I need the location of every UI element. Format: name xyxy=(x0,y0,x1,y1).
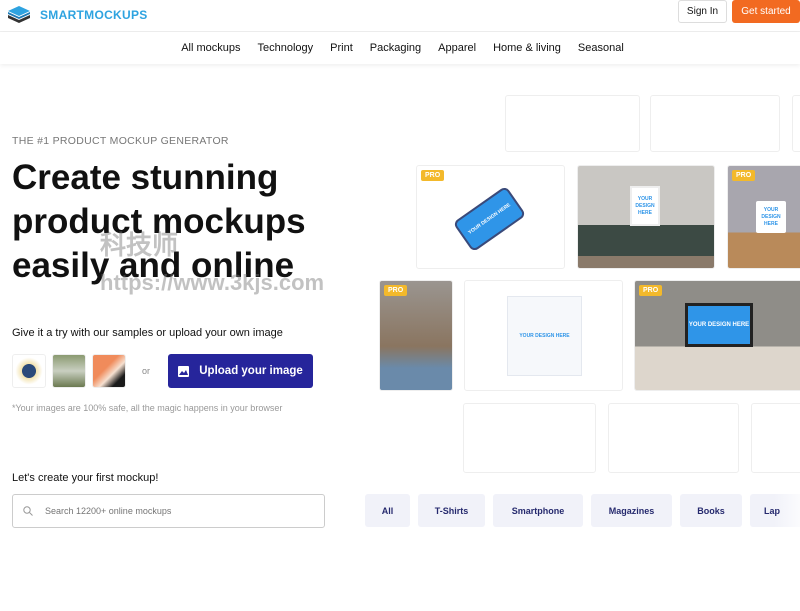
mockup-card-smartphone[interactable]: PRO YOUR DESIGN HERE xyxy=(416,165,565,269)
mockup-card-placeholder[interactable] xyxy=(751,403,800,473)
nav-all-mockups[interactable]: All mockups xyxy=(181,42,240,54)
page-title: Create stunning product mockups easily a… xyxy=(12,158,306,285)
safety-note: *Your images are 100% safe, all the magi… xyxy=(12,403,283,413)
brand-name: SMARTMOCKUPS xyxy=(40,8,148,22)
design-placeholder: YOUR DESIGN HERE xyxy=(630,186,660,226)
search-box[interactable] xyxy=(12,494,325,528)
mockup-card-placeholder[interactable] xyxy=(650,95,780,152)
design-placeholder: YOUR DESIGN HERE xyxy=(507,296,582,376)
category-nav: All mockups Technology Print Packaging A… xyxy=(0,32,800,64)
chip-smartphone[interactable]: Smartphone xyxy=(493,494,583,527)
upload-label: Upload your image xyxy=(199,365,303,377)
sign-in-button[interactable]: Sign In xyxy=(678,0,727,23)
search-heading: Let's create your first mockup! xyxy=(12,472,159,484)
nav-print[interactable]: Print xyxy=(330,42,353,54)
mockup-card-laptop[interactable]: PRO YOUR DESIGN HERE xyxy=(634,280,800,391)
nav-home-living[interactable]: Home & living xyxy=(493,42,561,54)
chip-laptop[interactable]: Lap xyxy=(750,494,800,527)
try-text: Give it a try with our samples or upload… xyxy=(12,327,283,339)
pro-badge: PRO xyxy=(639,285,663,296)
chip-all[interactable]: All xyxy=(365,494,410,527)
pro-badge: PRO xyxy=(421,170,445,181)
mockup-card-placeholder[interactable] xyxy=(463,403,596,473)
header: SMARTMOCKUPS Sign In Get started xyxy=(0,0,800,32)
logo-icon xyxy=(8,6,30,23)
chip-books[interactable]: Books xyxy=(680,494,742,527)
nav-seasonal[interactable]: Seasonal xyxy=(578,42,624,54)
pro-badge: PRO xyxy=(732,170,756,181)
design-placeholder: YOUR DESIGN HERE xyxy=(452,185,527,253)
search-icon xyxy=(23,506,33,516)
image-icon xyxy=(178,365,190,377)
sample-illustration-image[interactable] xyxy=(92,354,126,388)
search-input[interactable] xyxy=(45,506,305,516)
design-placeholder: YOUR DESIGN HERE xyxy=(756,201,786,233)
design-placeholder: YOUR DESIGN HERE xyxy=(685,303,753,347)
chip-t-shirts[interactable]: T-Shirts xyxy=(418,494,485,527)
mockup-card-frame[interactable]: YOUR DESIGN HERE xyxy=(577,165,715,269)
mockup-card-placeholder[interactable] xyxy=(792,95,800,152)
nav-apparel[interactable]: Apparel xyxy=(438,42,476,54)
sample-photo-image[interactable] xyxy=(52,354,86,388)
sample-logo-image[interactable] xyxy=(12,354,46,388)
upload-image-button[interactable]: Upload your image xyxy=(168,354,314,388)
mockup-card-mug[interactable]: PRO YOUR DESIGN HERE xyxy=(727,165,800,269)
get-started-button[interactable]: Get started xyxy=(732,0,800,23)
pro-badge: PRO xyxy=(384,285,408,296)
eyebrow: THE #1 PRODUCT MOCKUP GENERATOR xyxy=(12,135,229,147)
nav-technology[interactable]: Technology xyxy=(257,42,313,54)
chip-magazines[interactable]: Magazines xyxy=(591,494,672,527)
mockup-card-person-tshirt[interactable]: PRO xyxy=(379,280,453,391)
or-text: or xyxy=(142,366,151,376)
logo[interactable]: SMARTMOCKUPS xyxy=(8,6,148,24)
mockup-card-tshirt[interactable]: YOUR DESIGN HERE xyxy=(464,280,623,391)
category-chips: All T-Shirts Smartphone Magazines Books … xyxy=(365,494,800,527)
sample-images: or Upload your image xyxy=(12,354,314,388)
mockup-card-placeholder[interactable] xyxy=(505,95,640,152)
mockup-card-placeholder[interactable] xyxy=(608,403,739,473)
nav-packaging[interactable]: Packaging xyxy=(370,42,421,54)
